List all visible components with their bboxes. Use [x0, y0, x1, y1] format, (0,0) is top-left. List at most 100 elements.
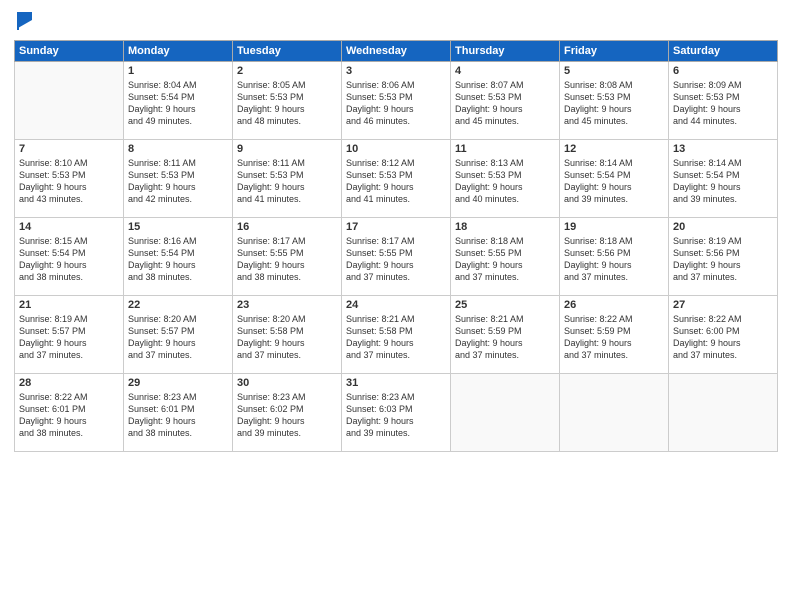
calendar-cell: 19 Sunrise: 8:18 AMSunset: 5:56 PMDayligh… — [560, 218, 669, 296]
day-info: Sunrise: 8:04 AMSunset: 5:54 PMDaylight:… — [128, 79, 228, 128]
day-info: Sunrise: 8:23 AMSunset: 6:03 PMDaylight:… — [346, 391, 446, 440]
calendar-cell — [451, 374, 560, 452]
calendar-cell: 3 Sunrise: 8:06 AMSunset: 5:53 PMDaylight… — [342, 62, 451, 140]
day-number: 5 — [564, 65, 664, 77]
calendar-cell: 7 Sunrise: 8:10 AMSunset: 5:53 PMDaylight… — [15, 140, 124, 218]
calendar-cell: 17Sunrise: 8:17 AMSunset: 5:55 PMDayligh… — [342, 218, 451, 296]
day-info: Sunrise: 8:11 AMSunset: 5:53 PMDaylight:… — [237, 157, 337, 206]
calendar-cell: 13 Sunrise: 8:14 AMSunset: 5:54 PMDayligh… — [669, 140, 778, 218]
day-info: Sunrise: 8:14 AMSunset: 5:54 PMDaylight:… — [564, 157, 664, 206]
calendar-table: SundayMondayTuesdayWednesdayThursdayFrid… — [14, 40, 778, 452]
calendar-cell — [669, 374, 778, 452]
day-info: Sunrise: 8:12 AMSunset: 5:53 PMDaylight:… — [346, 157, 446, 206]
day-number: 23 — [237, 299, 337, 311]
day-number: 9 — [237, 143, 337, 155]
weekday-header-sunday: Sunday — [15, 41, 124, 62]
calendar-cell — [15, 62, 124, 140]
calendar-cell: 30 Sunrise: 8:23 AMSunset: 6:02 PMDayligh… — [233, 374, 342, 452]
calendar-cell: 16Sunrise: 8:17 AMSunset: 5:55 PMDayligh… — [233, 218, 342, 296]
day-number: 25 — [455, 299, 555, 311]
calendar-cell: 9 Sunrise: 8:11 AMSunset: 5:53 PMDaylight… — [233, 140, 342, 218]
day-number: 17 — [346, 221, 446, 233]
day-number: 6 — [673, 65, 773, 77]
logo — [14, 10, 34, 32]
calendar-cell: 23 Sunrise: 8:20 AMSunset: 5:58 PMDayligh… — [233, 296, 342, 374]
day-info: Sunrise: 8:18 AMSunset: 5:56 PMDaylight:… — [564, 235, 664, 284]
day-number: 24 — [346, 299, 446, 311]
week-row-1: 1 Sunrise: 8:04 AMSunset: 5:54 PMDaylight… — [15, 62, 778, 140]
day-number: 8 — [128, 143, 228, 155]
day-info: Sunrise: 8:07 AMSunset: 5:53 PMDaylight:… — [455, 79, 555, 128]
calendar-cell: 24Sunrise: 8:21 AMSunset: 5:58 PMDayligh… — [342, 296, 451, 374]
day-number: 4 — [455, 65, 555, 77]
weekday-header-monday: Monday — [124, 41, 233, 62]
day-info: Sunrise: 8:08 AMSunset: 5:53 PMDaylight:… — [564, 79, 664, 128]
calendar-cell: 2 Sunrise: 8:05 AMSunset: 5:53 PMDaylight… — [233, 62, 342, 140]
calendar-cell: 11Sunrise: 8:13 AMSunset: 5:53 PMDayligh… — [451, 140, 560, 218]
day-number: 2 — [237, 65, 337, 77]
day-info: Sunrise: 8:20 AMSunset: 5:58 PMDaylight:… — [237, 313, 337, 362]
day-number: 7 — [19, 143, 119, 155]
day-number: 30 — [237, 377, 337, 389]
weekday-header-wednesday: Wednesday — [342, 41, 451, 62]
day-info: Sunrise: 8:23 AMSunset: 6:02 PMDaylight:… — [237, 391, 337, 440]
week-row-5: 28 Sunrise: 8:22 AMSunset: 6:01 PMDayligh… — [15, 374, 778, 452]
day-number: 19 — [564, 221, 664, 233]
week-row-3: 14 Sunrise: 8:15 AMSunset: 5:54 PMDayligh… — [15, 218, 778, 296]
day-number: 21 — [19, 299, 119, 311]
day-number: 28 — [19, 377, 119, 389]
calendar-cell: 15 Sunrise: 8:16 AMSunset: 5:54 PMDayligh… — [124, 218, 233, 296]
day-number: 1 — [128, 65, 228, 77]
week-row-2: 7 Sunrise: 8:10 AMSunset: 5:53 PMDaylight… — [15, 140, 778, 218]
calendar-cell: 27 Sunrise: 8:22 AMSunset: 6:00 PMDayligh… — [669, 296, 778, 374]
calendar-cell — [560, 374, 669, 452]
day-info: Sunrise: 8:21 AMSunset: 5:59 PMDaylight:… — [455, 313, 555, 362]
day-number: 20 — [673, 221, 773, 233]
week-row-4: 21Sunrise: 8:19 AMSunset: 5:57 PMDayligh… — [15, 296, 778, 374]
day-number: 16 — [237, 221, 337, 233]
weekday-header-friday: Friday — [560, 41, 669, 62]
calendar-cell: 10 Sunrise: 8:12 AMSunset: 5:53 PMDayligh… — [342, 140, 451, 218]
day-info: Sunrise: 8:13 AMSunset: 5:53 PMDaylight:… — [455, 157, 555, 206]
day-number: 3 — [346, 65, 446, 77]
page-header — [14, 10, 778, 32]
calendar-cell: 4 Sunrise: 8:07 AMSunset: 5:53 PMDaylight… — [451, 62, 560, 140]
calendar-cell: 8Sunrise: 8:11 AMSunset: 5:53 PMDaylight… — [124, 140, 233, 218]
calendar-cell: 20Sunrise: 8:19 AMSunset: 5:56 PMDayligh… — [669, 218, 778, 296]
calendar-cell: 14 Sunrise: 8:15 AMSunset: 5:54 PMDayligh… — [15, 218, 124, 296]
day-number: 13 — [673, 143, 773, 155]
calendar-cell: 18Sunrise: 8:18 AMSunset: 5:55 PMDayligh… — [451, 218, 560, 296]
day-number: 27 — [673, 299, 773, 311]
day-info: Sunrise: 8:15 AMSunset: 5:54 PMDaylight:… — [19, 235, 119, 284]
day-number: 26 — [564, 299, 664, 311]
day-number: 22 — [128, 299, 228, 311]
logo-flag-icon — [16, 10, 34, 32]
day-info: Sunrise: 8:22 AMSunset: 5:59 PMDaylight:… — [564, 313, 664, 362]
calendar-cell: 21Sunrise: 8:19 AMSunset: 5:57 PMDayligh… — [15, 296, 124, 374]
calendar-cell: 31 Sunrise: 8:23 AMSunset: 6:03 PMDayligh… — [342, 374, 451, 452]
day-info: Sunrise: 8:10 AMSunset: 5:53 PMDaylight:… — [19, 157, 119, 206]
weekday-header-tuesday: Tuesday — [233, 41, 342, 62]
day-info: Sunrise: 8:18 AMSunset: 5:55 PMDaylight:… — [455, 235, 555, 284]
day-number: 14 — [19, 221, 119, 233]
calendar-cell: 5 Sunrise: 8:08 AMSunset: 5:53 PMDaylight… — [560, 62, 669, 140]
day-number: 31 — [346, 377, 446, 389]
weekday-header-thursday: Thursday — [451, 41, 560, 62]
day-number: 15 — [128, 221, 228, 233]
weekday-header-row: SundayMondayTuesdayWednesdayThursdayFrid… — [15, 41, 778, 62]
day-number: 10 — [346, 143, 446, 155]
day-info: Sunrise: 8:23 AMSunset: 6:01 PMDaylight:… — [128, 391, 228, 440]
day-info: Sunrise: 8:20 AMSunset: 5:57 PMDaylight:… — [128, 313, 228, 362]
calendar-cell: 12Sunrise: 8:14 AMSunset: 5:54 PMDayligh… — [560, 140, 669, 218]
day-info: Sunrise: 8:22 AMSunset: 6:01 PMDaylight:… — [19, 391, 119, 440]
day-info: Sunrise: 8:05 AMSunset: 5:53 PMDaylight:… — [237, 79, 337, 128]
calendar-cell: 26 Sunrise: 8:22 AMSunset: 5:59 PMDayligh… — [560, 296, 669, 374]
calendar-cell: 1 Sunrise: 8:04 AMSunset: 5:54 PMDaylight… — [124, 62, 233, 140]
weekday-header-saturday: Saturday — [669, 41, 778, 62]
calendar-cell: 25 Sunrise: 8:21 AMSunset: 5:59 PMDayligh… — [451, 296, 560, 374]
day-info: Sunrise: 8:16 AMSunset: 5:54 PMDaylight:… — [128, 235, 228, 284]
day-info: Sunrise: 8:06 AMSunset: 5:53 PMDaylight:… — [346, 79, 446, 128]
day-info: Sunrise: 8:22 AMSunset: 6:00 PMDaylight:… — [673, 313, 773, 362]
day-info: Sunrise: 8:14 AMSunset: 5:54 PMDaylight:… — [673, 157, 773, 206]
calendar-cell: 28 Sunrise: 8:22 AMSunset: 6:01 PMDayligh… — [15, 374, 124, 452]
